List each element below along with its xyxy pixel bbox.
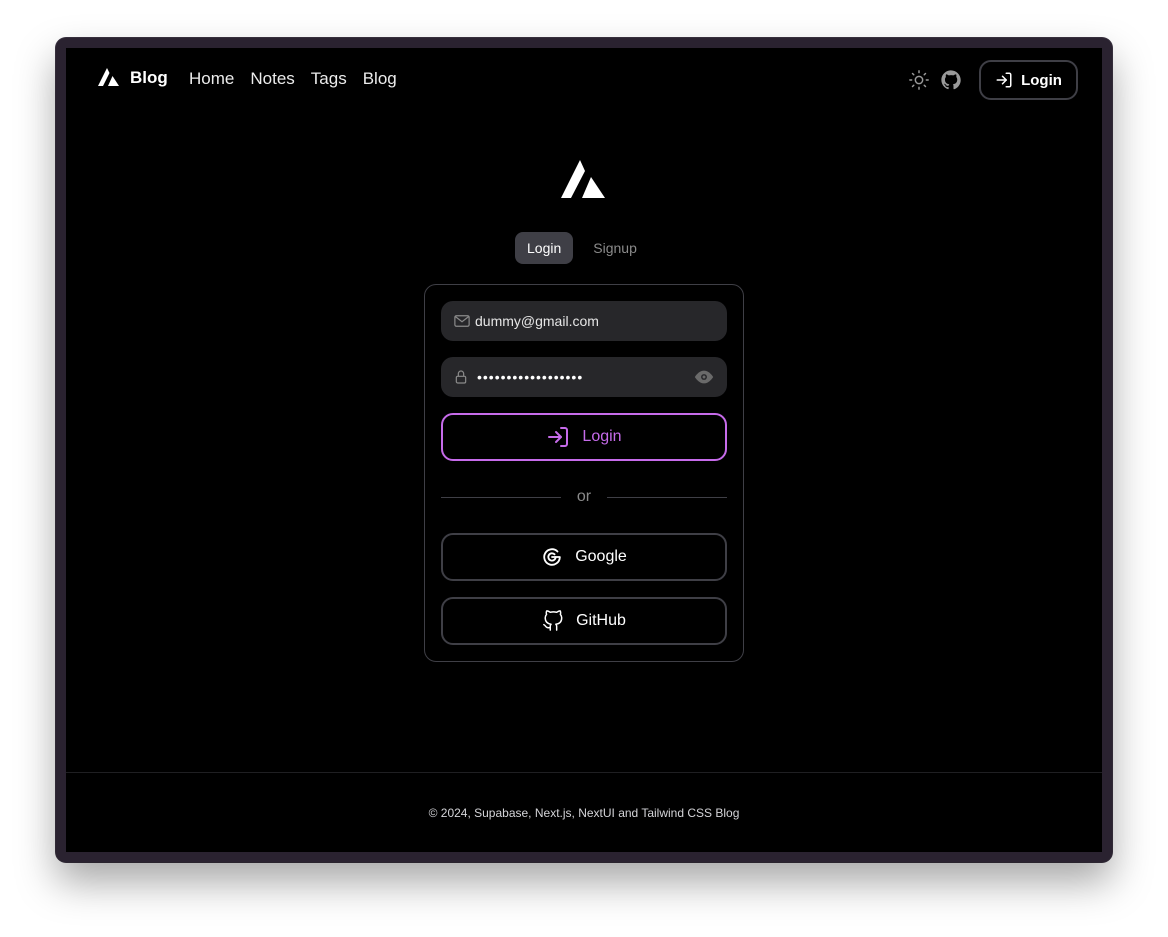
nav-login-button[interactable]: Login (979, 60, 1078, 100)
email-value: dummy@gmail.com (475, 313, 599, 329)
or-divider: or (441, 485, 728, 509)
navbar: Blog Home Notes Tags Blog Login (66, 48, 1102, 112)
github-label: GitHub (576, 612, 626, 629)
footer-divider (66, 772, 1102, 773)
login-submit-button[interactable]: Login (441, 413, 727, 461)
login-submit-label: Login (582, 428, 622, 445)
tab-signup[interactable]: Signup (581, 232, 649, 264)
github-icon[interactable] (940, 69, 962, 91)
nav-links: Home Notes Tags Blog (189, 69, 397, 89)
mail-icon (454, 315, 470, 327)
brand[interactable]: Blog (98, 68, 168, 88)
divider-line (441, 496, 561, 498)
nav-link-blog[interactable]: Blog (363, 69, 397, 89)
google-login-button[interactable]: Google (441, 533, 727, 581)
logo-icon (561, 160, 605, 198)
email-field[interactable]: dummy@gmail.com (441, 301, 727, 341)
google-label: Google (575, 548, 627, 565)
password-value: •••••••••••••••••• (477, 369, 584, 385)
eye-icon[interactable] (693, 366, 715, 388)
lock-icon (455, 370, 467, 384)
nav-link-home[interactable]: Home (189, 69, 234, 89)
footer-text: © 2024, Supabase, Next.js, NextUI and Ta… (428, 806, 740, 820)
login-icon (548, 427, 569, 447)
page: Blog Home Notes Tags Blog Login Login Si… (66, 48, 1102, 852)
nav-login-label: Login (1021, 71, 1062, 89)
brand-title: Blog (130, 68, 168, 87)
tab-login[interactable]: Login (515, 232, 574, 264)
password-field[interactable]: •••••••••••••••••• (441, 357, 727, 397)
nav-link-tags[interactable]: Tags (311, 69, 347, 89)
window-frame: Blog Home Notes Tags Blog Login Login Si… (56, 38, 1112, 862)
login-icon (996, 72, 1012, 88)
nav-link-notes[interactable]: Notes (250, 69, 294, 89)
divider-line (607, 496, 728, 498)
login-card: dummy@gmail.com •••••••••••••••••• Login… (424, 284, 744, 662)
github-login-button[interactable]: GitHub (441, 597, 727, 645)
auth-tabs: Login Signup (515, 232, 649, 264)
sun-icon[interactable] (908, 69, 930, 91)
google-icon (543, 548, 561, 566)
github-icon (543, 610, 563, 631)
divider-text: or (576, 488, 592, 505)
logo-icon (98, 68, 119, 86)
